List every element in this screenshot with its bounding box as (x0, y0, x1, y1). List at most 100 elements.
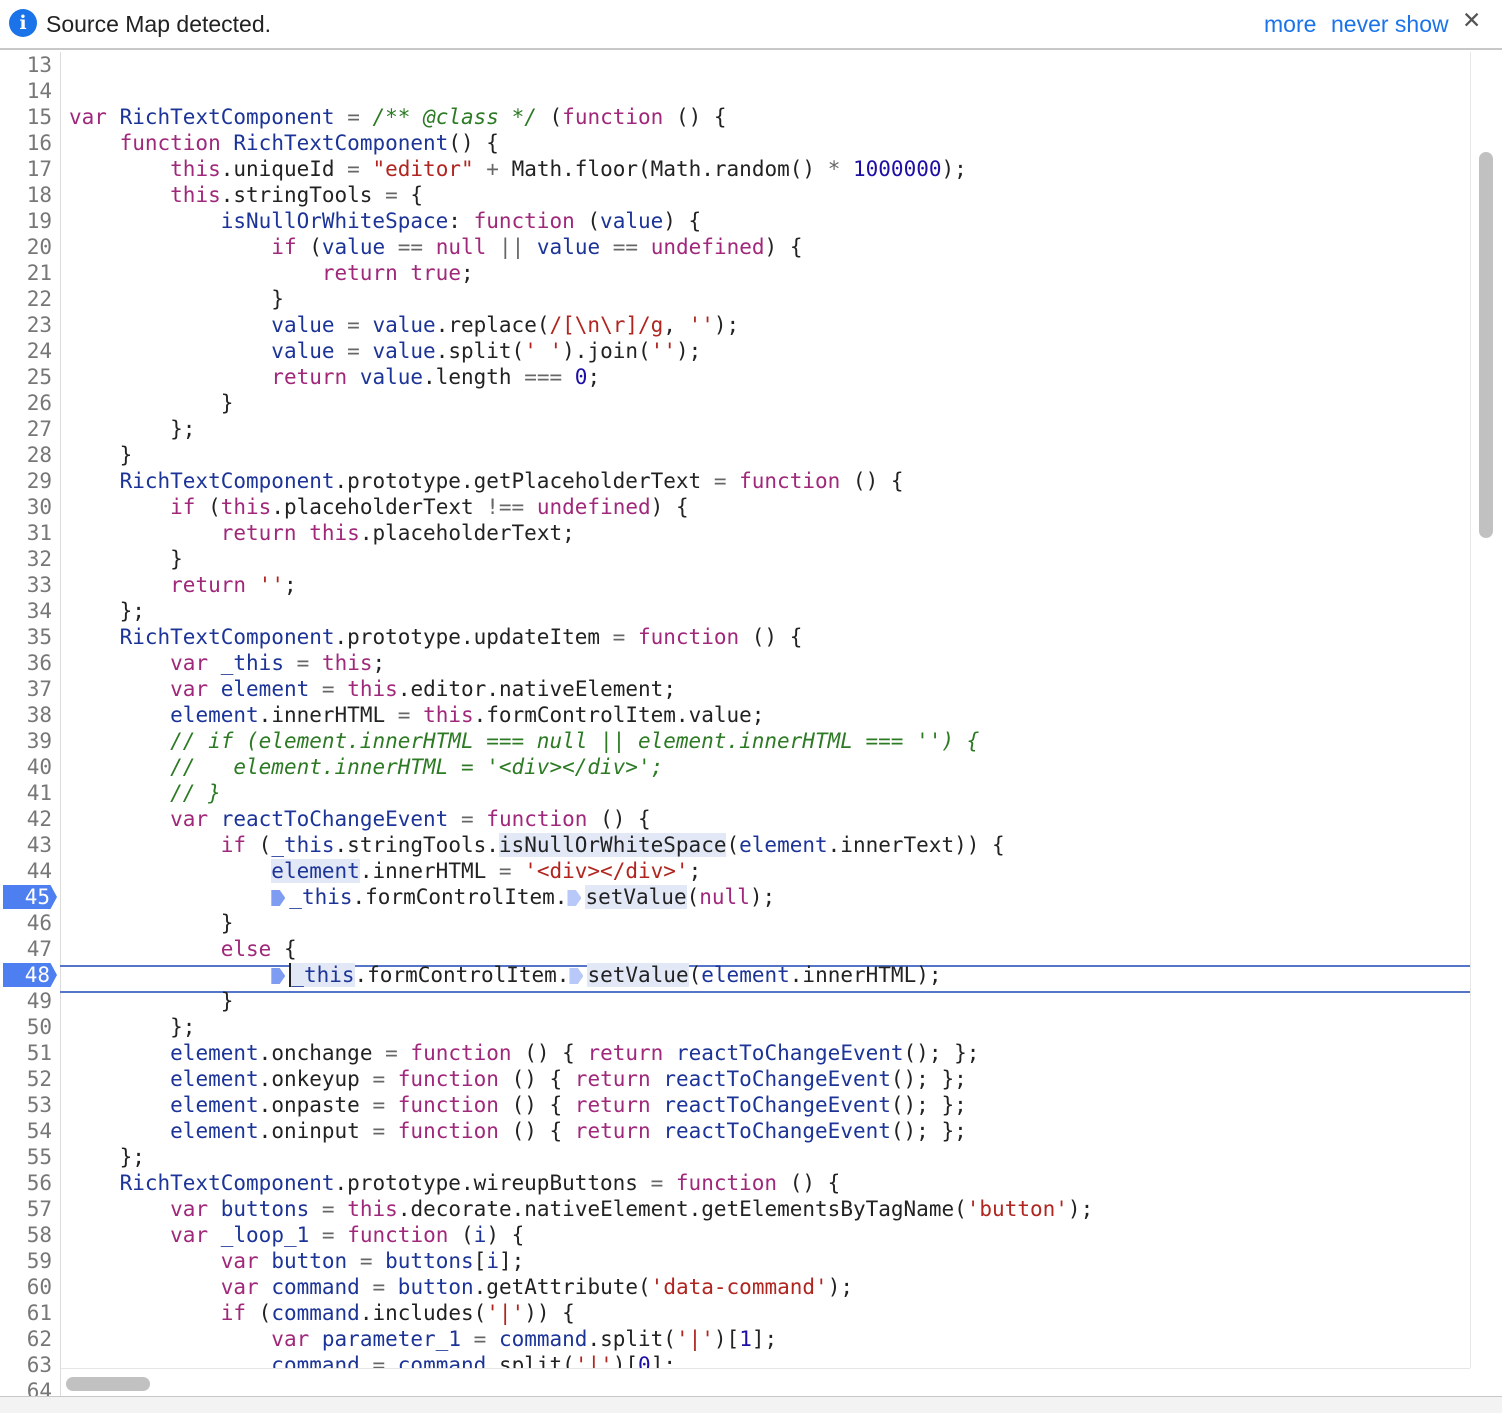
line-number[interactable]: 64 (0, 1378, 60, 1396)
code-line[interactable]: }; (69, 416, 1093, 442)
code-line[interactable]: var RichTextComponent = /** @class */ (f… (69, 104, 1093, 130)
vertical-scrollbar[interactable] (1470, 52, 1502, 1368)
code-line[interactable]: isNullOrWhiteSpace: function (value) { (69, 208, 1093, 234)
code-line[interactable]: var parameter_1 = command.split('|')[1]; (69, 1326, 1093, 1352)
code-line[interactable]: element.onpaste = function () { return r… (69, 1092, 1093, 1118)
line-number[interactable]: 59 (0, 1248, 60, 1274)
breakpoint-line-number[interactable]: 45 (0, 884, 60, 910)
line-number[interactable]: 57 (0, 1196, 60, 1222)
line-number[interactable]: 54 (0, 1118, 60, 1144)
line-number[interactable]: 21 (0, 260, 60, 286)
line-number[interactable]: 24 (0, 338, 60, 364)
vertical-scroll-thumb[interactable] (1479, 152, 1493, 538)
code-line[interactable]: return true; (69, 260, 1093, 286)
line-number[interactable]: 16 (0, 130, 60, 156)
line-number[interactable]: 56 (0, 1170, 60, 1196)
line-number[interactable]: 42 (0, 806, 60, 832)
line-number[interactable]: 27 (0, 416, 60, 442)
code-line[interactable]: RichTextComponent.prototype.updateItem =… (69, 624, 1093, 650)
code-line[interactable]: value = value.replace(/[\n\r]/g, ''); (69, 312, 1093, 338)
code-line[interactable]: if (command.includes('|')) { (69, 1300, 1093, 1326)
breakpoint-line-number[interactable]: 48 (0, 962, 60, 988)
horizontal-scrollbar[interactable] (61, 1368, 1470, 1396)
line-number[interactable]: 50 (0, 1014, 60, 1040)
code-line[interactable]: RichTextComponent.prototype.getPlacehold… (69, 468, 1093, 494)
line-number[interactable]: 63 (0, 1352, 60, 1378)
line-number[interactable]: 34 (0, 598, 60, 624)
code-line[interactable]: element.innerHTML = this.formControlItem… (69, 702, 1093, 728)
code-line[interactable]: if (_this.stringTools.isNullOrWhiteSpace… (69, 832, 1093, 858)
code-line[interactable]: var _loop_1 = function (i) { (69, 1222, 1093, 1248)
code-line[interactable]: } (69, 390, 1093, 416)
code-line[interactable]: }; (69, 598, 1093, 624)
line-number[interactable]: 62 (0, 1326, 60, 1352)
line-number[interactable]: 46 (0, 910, 60, 936)
line-number-gutter[interactable]: 13 14 15 16 17 18 19 20 21 22 23 24 25 26 27 28 29 30 31 32… (0, 52, 61, 1396)
inline-breakpoint-icon[interactable] (271, 890, 286, 906)
line-number[interactable]: 33 (0, 572, 60, 598)
code-line[interactable]: } (69, 442, 1093, 468)
line-number[interactable]: 58 (0, 1222, 60, 1248)
code-line[interactable]: return ''; (69, 572, 1093, 598)
line-numbers[interactable]: 13 14 15 16 17 18 19 20 21 22 23 24 25 26 27 28 29 30 31 32… (0, 52, 60, 1396)
line-number[interactable]: 60 (0, 1274, 60, 1300)
line-number[interactable]: 13 (0, 52, 60, 78)
code-line[interactable]: var _this = this; (69, 650, 1093, 676)
line-number[interactable]: 61 (0, 1300, 60, 1326)
line-number[interactable]: 55 (0, 1144, 60, 1170)
code-line[interactable]: this.stringTools = { (69, 182, 1093, 208)
line-number[interactable]: 44 (0, 858, 60, 884)
breakpoint-code-line[interactable]: _this.formControlItem. setValue(null); (69, 884, 1093, 910)
more-link[interactable]: more (1264, 11, 1316, 38)
code-line[interactable]: var button = buttons[i]; (69, 1248, 1093, 1274)
line-number[interactable]: 38 (0, 702, 60, 728)
code-area[interactable]: ​​var RichTextComponent = /** @class */ … (61, 52, 1470, 1368)
line-number[interactable]: 14 (0, 78, 60, 104)
code-line[interactable]: value = value.split(' ').join(''); (69, 338, 1093, 364)
line-number[interactable]: 20 (0, 234, 60, 260)
code-editor[interactable]: 13 14 15 16 17 18 19 20 21 22 23 24 25 26 27 28 29 30 31 32… (0, 52, 1502, 1396)
line-number[interactable]: 41 (0, 780, 60, 806)
code-line[interactable]: ​ (69, 52, 1093, 78)
line-number[interactable]: 17 (0, 156, 60, 182)
line-number[interactable]: 32 (0, 546, 60, 572)
code-line[interactable]: } (69, 546, 1093, 572)
code-line[interactable]: element.oninput = function () { return r… (69, 1118, 1093, 1144)
code-line[interactable]: var buttons = this.decorate.nativeElemen… (69, 1196, 1093, 1222)
line-number[interactable]: 31 (0, 520, 60, 546)
code-line[interactable]: }; (69, 1144, 1093, 1170)
line-number[interactable]: 25 (0, 364, 60, 390)
code-line[interactable]: var command = button.getAttribute('data-… (69, 1274, 1093, 1300)
line-number[interactable]: 22 (0, 286, 60, 312)
code-line[interactable]: var element = this.editor.nativeElement; (69, 676, 1093, 702)
code-line[interactable]: element.innerHTML = '<div></div>'; (69, 858, 1093, 884)
code-line[interactable]: } (69, 910, 1093, 936)
line-number[interactable]: 43 (0, 832, 60, 858)
line-number[interactable]: 29 (0, 468, 60, 494)
horizontal-scroll-thumb[interactable] (66, 1377, 150, 1391)
code-line[interactable]: // if (element.innerHTML === null || ele… (69, 728, 1093, 754)
line-number[interactable]: 47 (0, 936, 60, 962)
line-number[interactable]: 23 (0, 312, 60, 338)
line-number[interactable]: 53 (0, 1092, 60, 1118)
code-line[interactable]: function RichTextComponent() { (69, 130, 1093, 156)
code-line[interactable]: this.uniqueId = "editor" + Math.floor(Ma… (69, 156, 1093, 182)
code-lines[interactable]: ​​var RichTextComponent = /** @class */ … (69, 52, 1093, 1368)
line-number[interactable]: 35 (0, 624, 60, 650)
code-line[interactable]: } (69, 988, 1093, 1014)
code-line[interactable]: element.onkeyup = function () { return r… (69, 1066, 1093, 1092)
code-line[interactable]: element.onchange = function () { return … (69, 1040, 1093, 1066)
line-number[interactable]: 52 (0, 1066, 60, 1092)
code-line[interactable]: command = command.split('|')[0]; (69, 1352, 1093, 1368)
inline-breakpoint-icon[interactable] (569, 968, 584, 984)
line-number[interactable]: 19 (0, 208, 60, 234)
breakpoint-code-line[interactable]: _this.formControlItem. setValue(element.i… (69, 962, 1093, 988)
code-line[interactable]: ​ (69, 78, 1093, 104)
code-line[interactable]: else { (69, 936, 1093, 962)
code-line[interactable]: if (this.placeholderText !== undefined) … (69, 494, 1093, 520)
never-show-link[interactable]: never show (1331, 11, 1449, 38)
line-number[interactable]: 18 (0, 182, 60, 208)
line-number[interactable]: 49 (0, 988, 60, 1014)
code-line[interactable]: RichTextComponent.prototype.wireupButton… (69, 1170, 1093, 1196)
line-number[interactable]: 15 (0, 104, 60, 130)
